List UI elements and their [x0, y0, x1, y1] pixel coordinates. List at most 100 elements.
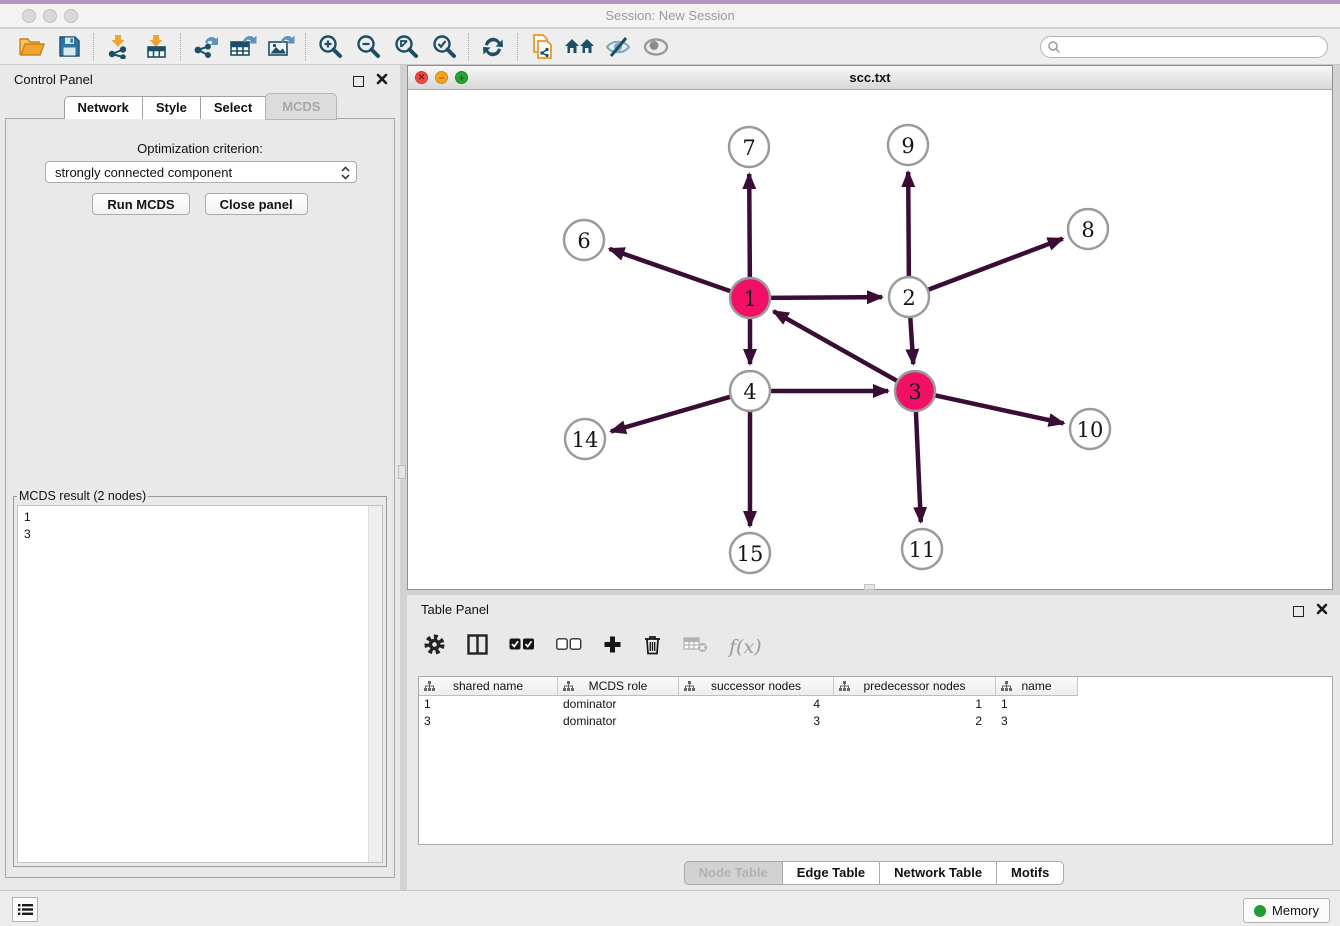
- tab-motifs[interactable]: Motifs: [996, 861, 1064, 885]
- node-6[interactable]: 6: [564, 220, 604, 260]
- tab-node-table[interactable]: Node Table: [684, 861, 783, 885]
- zoom-fit-icon[interactable]: [387, 32, 425, 62]
- svg-text:15: 15: [737, 542, 764, 566]
- show-graphics-details-icon[interactable]: [637, 32, 675, 62]
- reset-view-icon[interactable]: [561, 32, 599, 62]
- export-image-icon[interactable]: [262, 32, 300, 62]
- zoom-in-icon[interactable]: [311, 32, 349, 62]
- column-header-name[interactable]: name: [996, 677, 1078, 696]
- float-panel-icon[interactable]: [353, 76, 364, 87]
- tab-style[interactable]: Style: [142, 96, 201, 119]
- node-1[interactable]: 1: [730, 278, 770, 318]
- table-tabs: Node TableEdge TableNetwork TableMotifs: [407, 861, 1340, 885]
- search-icon: [1047, 40, 1061, 59]
- network-window-titlebar[interactable]: ✕ − + scc.txt: [408, 66, 1332, 90]
- memory-label: Memory: [1272, 903, 1319, 918]
- zoom-out-icon[interactable]: [349, 32, 387, 62]
- memory-button[interactable]: Memory: [1243, 898, 1330, 923]
- node-2[interactable]: 2: [889, 277, 929, 317]
- tab-edge-table[interactable]: Edge Table: [782, 861, 880, 885]
- import-network-icon[interactable]: [99, 32, 137, 62]
- close-panel-icon[interactable]: [376, 72, 388, 90]
- mcds-result-area[interactable]: 1 3: [17, 505, 383, 863]
- tab-network[interactable]: Network: [64, 96, 143, 119]
- column-header-mcds-role[interactable]: MCDS role: [558, 677, 679, 696]
- delete-column-icon[interactable]: [643, 634, 662, 660]
- add-column-icon[interactable]: [603, 635, 622, 659]
- zoom-selected-icon[interactable]: [425, 32, 463, 62]
- task-history-button[interactable]: [12, 897, 38, 922]
- network-window-handle[interactable]: [864, 584, 875, 590]
- close-panel-button[interactable]: Close panel: [205, 193, 308, 215]
- column-header-shared-name[interactable]: shared name: [419, 677, 558, 696]
- cell-shared-name[interactable]: 1: [419, 696, 558, 713]
- vertical-splitter[interactable]: [400, 65, 407, 890]
- table-settings-icon[interactable]: [423, 633, 446, 661]
- export-table-icon[interactable]: [224, 32, 262, 62]
- column-header-successor-nodes[interactable]: successor nodes: [679, 677, 834, 696]
- table-row[interactable]: 1dominator411: [419, 696, 1332, 713]
- node-15[interactable]: 15: [730, 533, 770, 573]
- edge-1-6[interactable]: [609, 249, 733, 292]
- tab-mcds[interactable]: MCDS: [265, 93, 337, 120]
- edge-1-7[interactable]: [749, 174, 750, 280]
- node-7[interactable]: 7: [729, 127, 769, 167]
- cell-successor-nodes[interactable]: 4: [679, 696, 834, 713]
- svg-text:14: 14: [572, 428, 599, 452]
- cell-successor-nodes[interactable]: 3: [679, 713, 834, 730]
- node-11[interactable]: 11: [902, 529, 942, 569]
- cell-name[interactable]: 3: [996, 713, 1078, 730]
- splitter-handle[interactable]: [398, 465, 406, 479]
- cell-mcds-role[interactable]: dominator: [558, 713, 679, 730]
- panel-mode-icon[interactable]: [467, 634, 488, 660]
- edge-3-10[interactable]: [933, 395, 1064, 423]
- edge-2-3[interactable]: [910, 315, 913, 364]
- toolbar-separator: [305, 33, 306, 61]
- tab-network-table[interactable]: Network Table: [879, 861, 997, 885]
- deselect-all-columns-icon[interactable]: [556, 638, 582, 656]
- cell-shared-name[interactable]: 3: [419, 713, 558, 730]
- edge-3-1[interactable]: [774, 311, 900, 382]
- cell-predecessor-nodes[interactable]: 1: [834, 696, 996, 713]
- search-input[interactable]: [1040, 36, 1328, 58]
- float-panel-icon[interactable]: [1293, 606, 1304, 617]
- refresh-icon[interactable]: [474, 32, 512, 62]
- run-mcds-button[interactable]: Run MCDS: [92, 193, 189, 215]
- network-view-window: ✕ − + scc.txt 7 9 6 8 1 2 4 3 14 10 15 11: [407, 65, 1333, 590]
- optimization-criterion-select[interactable]: strongly connected component: [45, 161, 357, 183]
- delete-table-icon[interactable]: [683, 636, 708, 658]
- import-table-icon[interactable]: [137, 32, 175, 62]
- node-4[interactable]: 4: [730, 371, 770, 411]
- close-panel-icon[interactable]: [1316, 602, 1328, 620]
- edge-1-2[interactable]: [768, 297, 882, 298]
- optimization-criterion-value: strongly connected component: [55, 165, 232, 180]
- table-header-row: shared nameMCDS rolesuccessor nodesprede…: [419, 677, 1332, 696]
- edge-4-14[interactable]: [611, 396, 733, 431]
- select-all-columns-icon[interactable]: [509, 638, 535, 656]
- edge-2-9[interactable]: [908, 172, 909, 279]
- node-9[interactable]: 9: [888, 125, 928, 165]
- open-session-icon[interactable]: [12, 32, 50, 62]
- save-session-icon[interactable]: [50, 32, 88, 62]
- control-panel-tabs: NetworkStyleSelectMCDS: [0, 96, 400, 119]
- export-network-icon[interactable]: [186, 32, 224, 62]
- svg-text:11: 11: [909, 538, 936, 562]
- clone-network-icon[interactable]: [523, 32, 561, 62]
- cell-mcds-role[interactable]: dominator: [558, 696, 679, 713]
- cell-predecessor-nodes[interactable]: 2: [834, 713, 996, 730]
- edge-2-8[interactable]: [926, 239, 1063, 291]
- network-canvas[interactable]: 7 9 6 8 1 2 4 3 14 10 15 11: [408, 90, 1332, 589]
- column-header-predecessor-nodes[interactable]: predecessor nodes: [834, 677, 996, 696]
- node-14[interactable]: 14: [565, 419, 605, 459]
- result-scrollbar[interactable]: [368, 506, 382, 862]
- cell-name[interactable]: 1: [996, 696, 1078, 713]
- table-row[interactable]: 3dominator323: [419, 713, 1332, 730]
- edge-3-11[interactable]: [916, 409, 921, 522]
- hide-graphics-details-icon[interactable]: [599, 32, 637, 62]
- node-10[interactable]: 10: [1070, 409, 1110, 449]
- memory-status-dot: [1254, 905, 1266, 917]
- node-8[interactable]: 8: [1068, 209, 1108, 249]
- node-3[interactable]: 3: [895, 371, 935, 411]
- tab-select[interactable]: Select: [200, 96, 266, 119]
- svg-text:1: 1: [743, 287, 756, 311]
